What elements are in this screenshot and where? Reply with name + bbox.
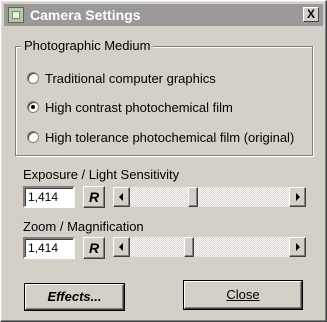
effects-button[interactable]: Effects... — [25, 284, 124, 310]
scroll-left-arrow-icon[interactable] — [113, 237, 130, 257]
scroll-right-arrow-icon[interactable] — [289, 187, 306, 207]
window-title: Camera Settings — [30, 7, 141, 23]
close-button-label: Close — [226, 287, 260, 302]
exposure-value-field[interactable]: 1,414 — [23, 186, 75, 208]
scroll-left-arrow-icon[interactable] — [113, 187, 130, 207]
photographic-medium-label: Photographic Medium — [21, 38, 154, 53]
zoom-slider[interactable] — [113, 237, 306, 257]
camera-settings-window: Camera Settings X Photographic Medium Tr… — [0, 0, 327, 322]
radio-label: High tolerance photochemical film (origi… — [45, 129, 295, 145]
zoom-value-field[interactable]: 1,414 — [23, 237, 75, 259]
close-button[interactable]: Close — [184, 281, 302, 309]
exposure-label: Exposure / Light Sensitivity — [23, 167, 180, 182]
camera-settings-icon — [8, 7, 24, 23]
radio-label: Traditional computer graphics — [45, 70, 216, 86]
radio-high-tolerance-film[interactable]: High tolerance photochemical film (origi… — [27, 129, 294, 145]
title-bar[interactable]: Camera Settings X — [4, 4, 323, 26]
zoom-reset-button[interactable]: R — [83, 237, 105, 259]
zoom-slider-thumb[interactable] — [184, 237, 194, 257]
radio-traditional-graphics[interactable]: Traditional computer graphics — [27, 70, 216, 86]
radio-high-contrast-film[interactable]: High contrast photochemical film — [27, 99, 233, 115]
exposure-reset-button[interactable]: R — [83, 186, 105, 208]
exposure-slider-thumb[interactable] — [188, 187, 198, 207]
radio-button-selected[interactable] — [27, 101, 39, 113]
scroll-right-arrow-icon[interactable] — [289, 237, 306, 257]
radio-button[interactable] — [27, 131, 39, 143]
zoom-label: Zoom / Magnification — [23, 219, 144, 234]
exposure-slider[interactable] — [113, 187, 306, 207]
radio-label: High contrast photochemical film — [45, 99, 233, 115]
radio-button[interactable] — [27, 72, 39, 84]
close-window-button[interactable]: X — [303, 7, 319, 22]
